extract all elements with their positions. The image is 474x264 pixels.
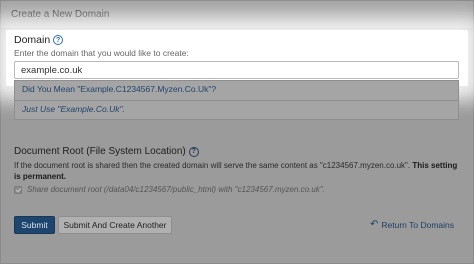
share-docroot-label: Share document root (/data04/c1234567/pu…	[27, 185, 325, 194]
suggestion-item-as-is[interactable]: Just Use "Example.Co.Uk".	[22, 104, 125, 114]
domain-label-row: Domain ?	[14, 34, 64, 46]
question-circle-icon[interactable]: ?	[53, 35, 64, 45]
domain-hint: Enter the domain that you would like to …	[14, 48, 189, 58]
document-root-label-row: Document Root (File System Location) ?	[14, 146, 199, 157]
document-root-desc-text: If the document root is shared then the …	[14, 161, 411, 170]
share-docroot-row: Share document root (/data04/c1234567/pu…	[14, 185, 325, 194]
domain-input[interactable]	[14, 61, 459, 79]
undo-arrow-icon: ↶	[370, 219, 379, 230]
submit-and-create-another-button[interactable]: Submit And Create Another	[58, 216, 172, 234]
return-to-domains-label: Return To Domains	[381, 220, 454, 230]
question-circle-icon[interactable]: ?	[188, 146, 199, 157]
suggestion-divider	[15, 100, 458, 101]
suggestion-item-subdomain[interactable]: Did You Mean "Example.C1234567.Myzen.Co.…	[22, 84, 216, 94]
submit-button[interactable]: Submit	[14, 216, 55, 234]
share-docroot-checkbox[interactable]	[14, 185, 22, 194]
return-to-domains-link[interactable]: ↶ Return To Domains	[370, 219, 454, 231]
domain-label: Domain	[14, 34, 51, 46]
document-root-label: Document Root (File System Location)	[14, 146, 186, 157]
document-root-description: If the document root is shared then the …	[14, 160, 464, 182]
panel-title: Create a New Domain	[1, 1, 473, 29]
